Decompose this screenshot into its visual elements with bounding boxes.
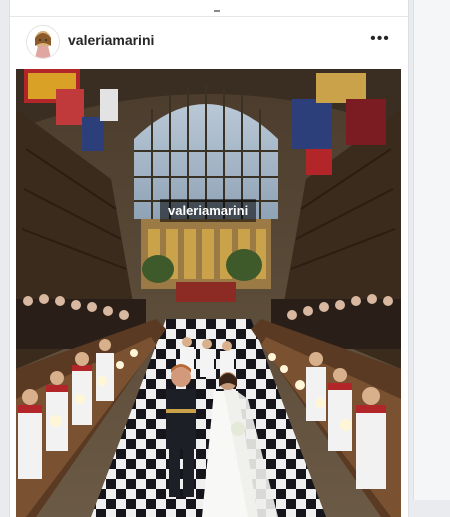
wedding-chapel-photo — [16, 69, 401, 517]
username-link[interactable]: valeriamarini — [68, 32, 154, 48]
profile-photo-icon — [27, 26, 59, 58]
post-header: valeriamarini ••• — [10, 17, 408, 65]
divider-mark — [214, 10, 220, 12]
post-photo[interactable]: valeriamarini — [16, 69, 401, 517]
photo-watermark: valeriamarini — [160, 199, 257, 222]
avatar[interactable] — [26, 25, 60, 59]
right-sidebar — [413, 0, 450, 517]
more-options-button[interactable]: ••• — [368, 27, 392, 51]
previous-post-edge — [10, 0, 408, 17]
post-card: valeriamarini ••• valeriamarini — [9, 0, 409, 517]
sidebar-panel — [413, 0, 450, 500]
